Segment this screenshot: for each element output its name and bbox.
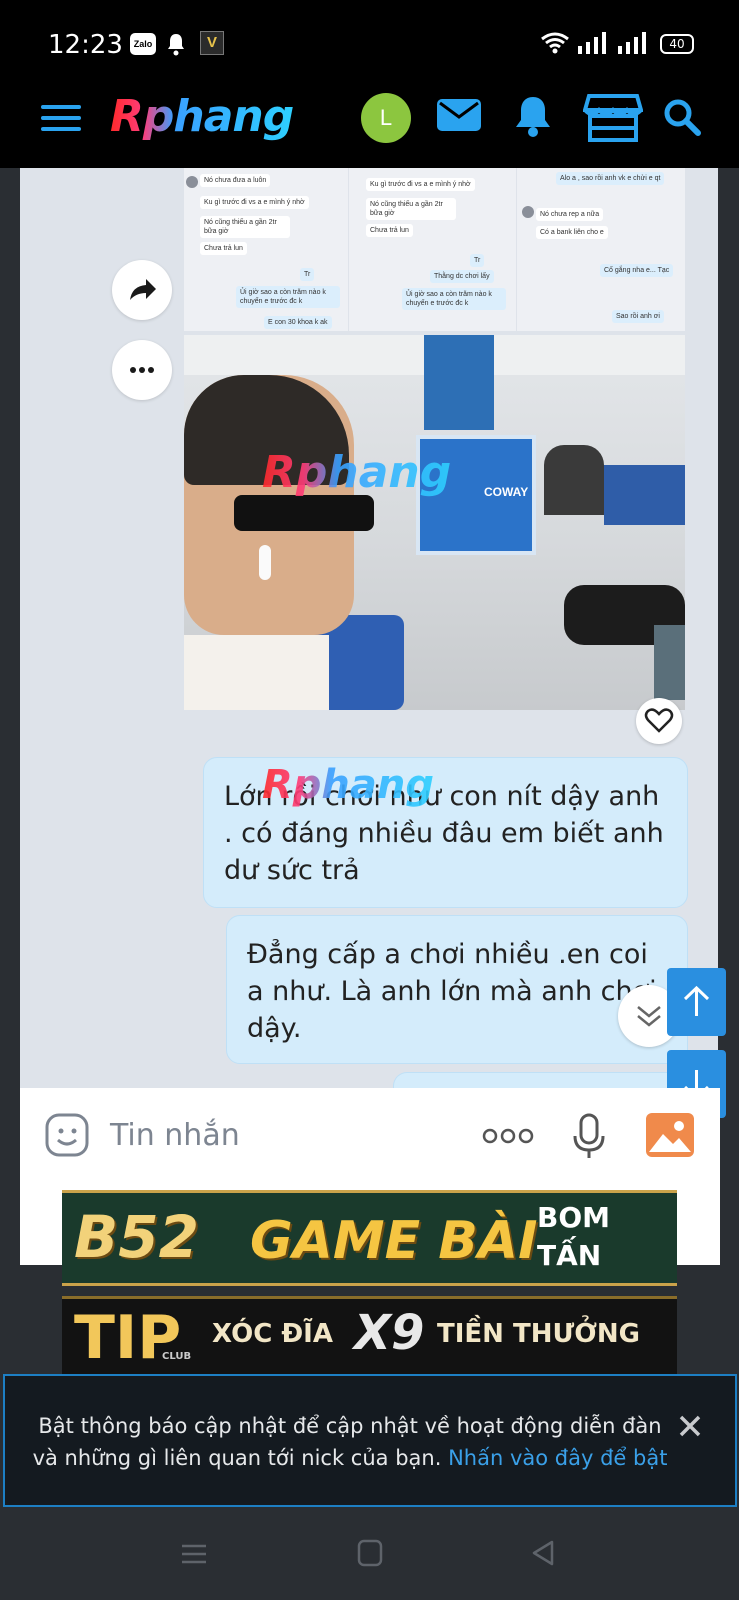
battery-icon: 40: [660, 34, 694, 54]
like-button[interactable]: [636, 698, 682, 744]
seated-people: [544, 445, 604, 515]
chat-message: Ku gì trước đi vs a e mình ý nhờ: [366, 178, 475, 191]
arrow-up-icon: [683, 985, 710, 1016]
more-options-button[interactable]: [112, 340, 172, 400]
chat-message: Alo a , sao rồi anh vk e chửi e qt: [556, 172, 665, 185]
tip-text: TIỀN THƯỞNG: [437, 1319, 641, 1349]
status-time: 12:23: [48, 30, 123, 60]
chat-screenshot-image[interactable]: Nó chưa đưa a luôn Ku gì trước đi vs a e…: [184, 168, 685, 331]
b52-title: GAME BÀI: [250, 1211, 538, 1271]
back-icon[interactable]: [530, 1539, 556, 1572]
enable-notifications-link[interactable]: Nhấn vào đây để bật: [448, 1446, 667, 1470]
blue-seats: [604, 465, 685, 525]
tip-x9: X9: [354, 1305, 425, 1361]
status-bar: 12:23 Zalo V 40: [0, 0, 739, 88]
emoji-sticker-icon[interactable]: [44, 1112, 92, 1165]
earbud: [259, 545, 271, 580]
hamburger-menu-icon[interactable]: [41, 103, 81, 138]
sunglasses: [234, 495, 374, 531]
share-button[interactable]: [112, 260, 172, 320]
microphone-icon[interactable]: [572, 1112, 606, 1165]
heart-icon: [644, 708, 674, 733]
close-icon[interactable]: [678, 1414, 702, 1443]
signal-2-icon: [618, 32, 648, 59]
suitcase: [654, 625, 685, 700]
display-screen: [424, 335, 494, 430]
notification-text-wrap: Bật thông báo cập nhật để cập nhật về ho…: [30, 1410, 670, 1474]
dots-icon: [130, 367, 154, 373]
site-logo[interactable]: Rphang: [110, 91, 294, 142]
user-avatar[interactable]: L: [361, 93, 411, 143]
ad-banner-b52[interactable]: B52 GAME BÀI BOM TẤN: [62, 1190, 677, 1286]
chat-message: Nó chưa đưa a luôn: [200, 174, 271, 187]
v-app-icon: V: [200, 31, 224, 55]
wifi-icon: [540, 31, 570, 60]
search-icon[interactable]: [662, 97, 702, 142]
chat-message: Ku gì trước đi vs a e mình ý nhờ: [200, 196, 309, 209]
chat-message: E con 30 khoa k ak: [264, 316, 332, 329]
share-arrow-icon: [130, 279, 156, 300]
chat-message: Chưa trả lun: [200, 242, 247, 255]
kiosk-label: COWAY: [484, 485, 529, 499]
chat-message: Nó chưa rep a nữa: [536, 208, 604, 221]
scroll-to-top-button[interactable]: [667, 968, 726, 1036]
chat-column: Nó chưa đưa a luôn Ku gì trước đi vs a e…: [184, 168, 349, 331]
tip-text: XÓC ĐĨA: [212, 1319, 333, 1349]
chat-column: Ku gì trước đi vs a e mình ý nhờ Nó cũng…: [352, 168, 517, 331]
chat-message: Tr: [300, 268, 315, 281]
notifications-bell-icon[interactable]: [512, 94, 554, 143]
zalo-notification-icon: Zalo: [130, 33, 156, 55]
chat-message: Nó cũng thiếu a gần 2tr bữa giờ: [200, 216, 290, 238]
chat-column: Alo a , sao rồi anh vk e chửi e qt Nó ch…: [520, 168, 685, 331]
chat-message: Nó cũng thiếu a gần 2tr bữa giờ: [366, 198, 456, 220]
chat-avatar: [186, 176, 198, 188]
bubble-watermark: Rphang: [262, 762, 435, 808]
panel-edge: [718, 168, 739, 1348]
chat-message: Ủi giờ sao a còn trăm nào k chuyển e trư…: [402, 288, 506, 310]
chat-message: Sao rồi anh ơi: [612, 310, 664, 323]
chat-message: Thằng dc chơi lấy: [430, 270, 494, 283]
message-input[interactable]: Tin nhắn: [110, 1118, 240, 1153]
notification-bell-icon: [166, 32, 186, 61]
ad-banner-tip[interactable]: TIP CLUB XÓC ĐĨA X9 TIỀN THƯỞNG: [62, 1296, 677, 1376]
chat-message: Có a bank liên cho e: [536, 226, 608, 239]
chat-avatar: [522, 206, 534, 218]
chat-message: Tr: [470, 254, 485, 267]
b52-logo: B52: [74, 1203, 199, 1271]
tip-logo: TIP: [74, 1303, 182, 1373]
message-text: Đẳng cấp a chơi nhiều .en coi a như. Là …: [247, 939, 657, 1044]
mail-icon[interactable]: [436, 95, 482, 140]
more-dots-icon[interactable]: [482, 1126, 534, 1151]
store-icon[interactable]: [582, 92, 644, 147]
airport-photo[interactable]: COWAY Rphang: [184, 335, 685, 710]
white-shirt: [184, 635, 329, 710]
b52-side-text: TẤN: [537, 1239, 602, 1272]
b52-side-text: BOM: [537, 1201, 611, 1234]
tip-club: CLUB: [162, 1351, 192, 1362]
recent-apps-icon[interactable]: [180, 1542, 208, 1571]
photo-watermark: Rphang: [262, 447, 452, 498]
chat-message: Ủi giờ sao a còn trăm nào k chuyển e trư…: [236, 286, 340, 308]
home-icon[interactable]: [357, 1539, 383, 1572]
chat-message: Chưa trả lun: [366, 224, 413, 237]
chat-message: Cố gắng nha e... Tạc: [600, 264, 674, 277]
image-gallery-icon[interactable]: [645, 1112, 695, 1163]
signal-icon: [578, 32, 608, 59]
